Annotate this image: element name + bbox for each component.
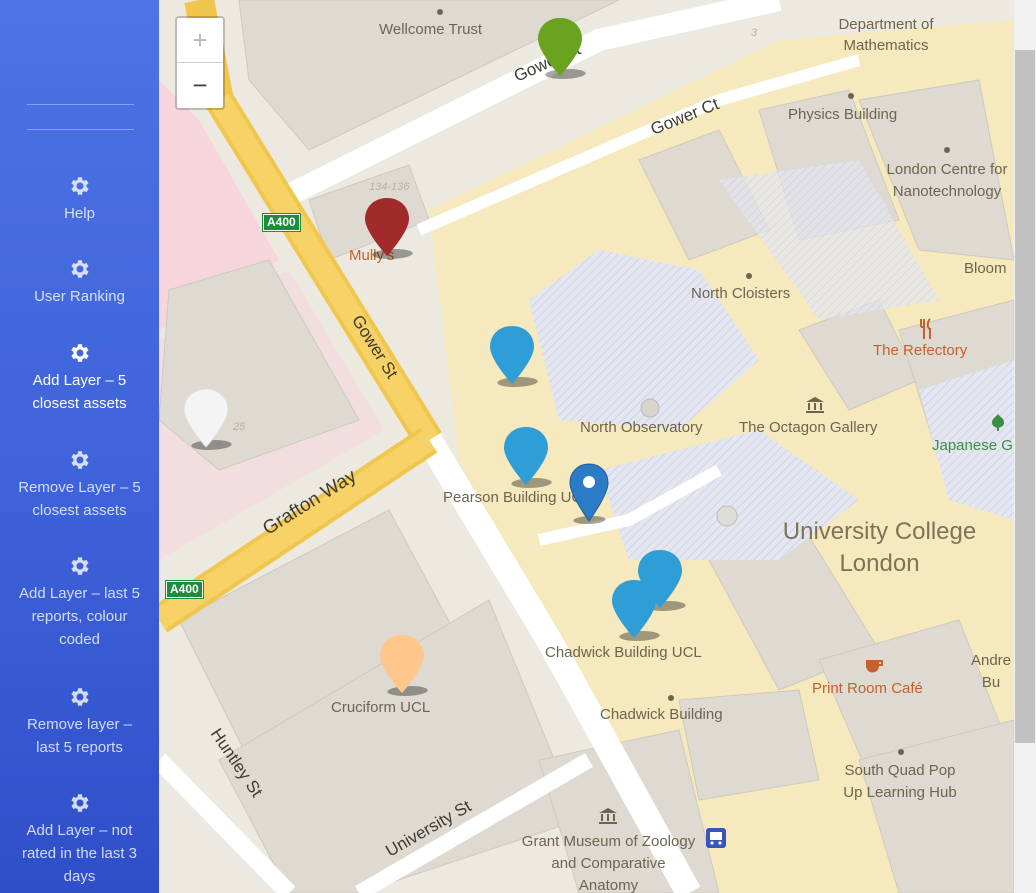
- sidebar-divider: [27, 104, 134, 105]
- marker-body: [538, 18, 582, 76]
- zoom-out-button[interactable]: −: [177, 63, 223, 107]
- map-marker-blue[interactable]: [611, 578, 673, 647]
- label-wellcome-trust: Wellcome Trust: [379, 21, 483, 38]
- gear-icon: [68, 174, 92, 198]
- sidebar-divider: [27, 129, 134, 130]
- map-marker-blue[interactable]: [503, 425, 565, 494]
- gear-icon: [68, 257, 92, 281]
- zoom-in-button[interactable]: +: [177, 18, 223, 63]
- road-shield-a400: A400: [165, 580, 204, 599]
- label-bloom: Bloom: [964, 260, 1007, 277]
- gear-icon: [68, 554, 92, 578]
- gear-icon: [68, 685, 92, 709]
- road-shield-a400: A400: [262, 213, 301, 232]
- label-south-quad: South Quad Pop Up Learning Hub: [843, 762, 957, 801]
- label-ucl: University College London: [782, 518, 977, 577]
- menu-item-user-ranking[interactable]: User Ranking: [0, 257, 159, 308]
- map-marker-white[interactable]: [183, 387, 245, 456]
- label-london-centre: London Centre for Nanotechnology: [886, 161, 1008, 200]
- vertical-scrollbar[interactable]: [1014, 0, 1036, 893]
- gear-icon: [68, 448, 92, 472]
- gear-icon: [68, 791, 92, 815]
- label-andre: Andre Bu: [970, 652, 1012, 691]
- label-north-cloisters: North Cloisters: [691, 285, 791, 302]
- menu-item-remove-last-reports[interactable]: Remove layer – last 5 reports: [0, 685, 159, 759]
- garden-icon: [989, 412, 1007, 437]
- gear-icon: [68, 341, 92, 365]
- map-marker-orange[interactable]: [379, 633, 441, 702]
- label-japanese: Japanese G: [932, 437, 1013, 454]
- label-dept-math: Department of Mathematics: [838, 16, 934, 54]
- menu-item-remove-closest[interactable]: Remove Layer – 5 closest assets: [0, 448, 159, 522]
- label-address-3: 3: [751, 27, 758, 39]
- label-grant-museum: Grant Museum of Zoology and Comparative …: [521, 833, 696, 893]
- map-marker-red[interactable]: [364, 196, 426, 265]
- menu-item-label: Add Layer – last 5 reports, colour coded: [19, 585, 140, 648]
- menu-item-label: Remove layer – last 5 reports: [26, 716, 133, 756]
- menu-item-label: Add Layer – 5 closest assets: [32, 372, 127, 412]
- restaurant-icon: [919, 318, 933, 345]
- sidebar: Help User Ranking Add Layer – 5 closest …: [0, 0, 159, 893]
- museum-icon: [598, 807, 618, 830]
- label-octagon-gallery: The Octagon Gallery: [739, 419, 878, 436]
- menu-item-label: Help: [64, 205, 95, 222]
- label-physics: Physics Building: [788, 106, 898, 123]
- bus-stop-icon: [705, 827, 727, 854]
- menu-item-add-not-rated[interactable]: Add Layer – not rated in the last 3 days: [0, 791, 159, 888]
- menu-item-label: Add Layer – not rated in the last 3 days: [21, 822, 138, 885]
- menu-item-add-last-reports[interactable]: Add Layer – last 5 reports, colour coded: [0, 554, 159, 651]
- menu-item-label: Remove Layer – 5 closest assets: [18, 479, 141, 519]
- label-address-134: 134-136: [369, 181, 410, 193]
- cafe-icon: [864, 657, 886, 678]
- label-chadwick: Chadwick Building: [600, 706, 723, 723]
- label-print-room: Print Room Café: [812, 680, 923, 697]
- menu-item-help[interactable]: Help: [0, 174, 159, 225]
- map-marker-green[interactable]: [537, 16, 599, 85]
- map-view[interactable]: Wellcome Trust Department of Mathematics…: [159, 0, 1014, 893]
- map-marker-blue[interactable]: [489, 324, 551, 393]
- menu-item-add-closest[interactable]: Add Layer – 5 closest assets: [0, 341, 159, 415]
- scrollbar-thumb[interactable]: [1015, 50, 1035, 743]
- menu-item-label: User Ranking: [34, 288, 125, 305]
- zoom-control: + −: [175, 16, 225, 110]
- label-north-observatory: North Observatory: [580, 419, 703, 436]
- map-marker-current-location[interactable]: [569, 462, 621, 531]
- museum-icon: [805, 396, 825, 419]
